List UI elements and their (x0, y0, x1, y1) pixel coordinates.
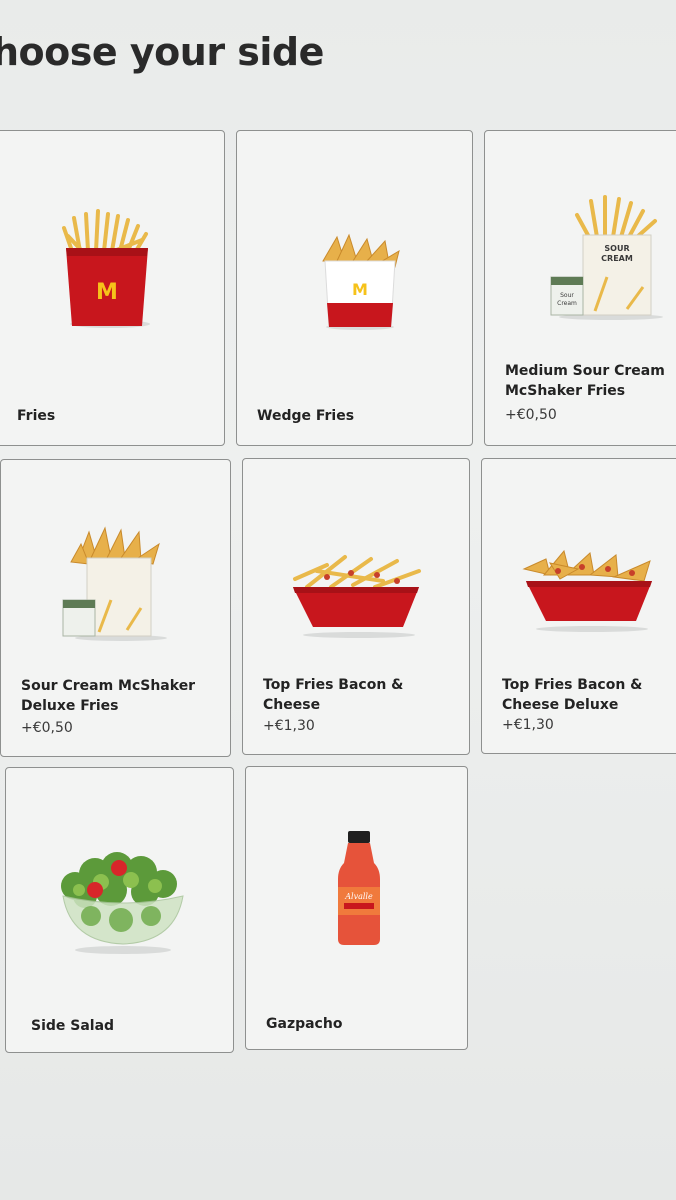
item-name: Gazpacho (266, 1016, 343, 1032)
side-option-medium-sour-cream-mcshaker-fries[interactable]: SOUR CREAM Sour Cream Medium Sour Cream … (484, 130, 676, 446)
svg-text:SOUR: SOUR (604, 244, 629, 253)
sour-cream-deluxe-fries-image (62, 526, 167, 641)
svg-text:M: M (352, 280, 368, 299)
side-option-gazpacho[interactable]: Alvalle Gazpacho (245, 766, 468, 1050)
fries-image: M (62, 209, 150, 328)
side-salad-image (61, 852, 184, 954)
sour-cream-fries-image: SOUR CREAM Sour Cream (550, 195, 663, 320)
side-option-fries[interactable]: M Fries (0, 130, 225, 446)
item-price: +€1,30 (502, 717, 554, 733)
side-option-top-fries-bacon-cheese-deluxe[interactable]: Top Fries Bacon & Cheese Deluxe +€1,30 (481, 458, 676, 754)
item-price: +€0,50 (505, 407, 557, 423)
item-name: Wedge Fries (257, 408, 355, 424)
top-fries-image (293, 555, 421, 638)
item-name: Top Fries Bacon & Cheese Deluxe (502, 677, 643, 713)
top-fries-deluxe-image (522, 549, 652, 632)
item-name: Side Salad (31, 1018, 115, 1034)
side-option-sour-cream-mcshaker-deluxe-fries[interactable]: Sour Cream McShaker Deluxe Fries +€0,50 (0, 459, 231, 757)
item-price: +€1,30 (263, 718, 315, 734)
svg-text:Sour: Sour (560, 292, 574, 299)
item-name: Medium Sour Cream McShaker Fries (505, 363, 665, 399)
item-name: Fries (17, 408, 56, 424)
item-price: +€0,50 (21, 720, 73, 736)
svg-text:CREAM: CREAM (601, 254, 633, 263)
side-option-wedge-fries[interactable]: M Wedge Fries (236, 130, 473, 446)
svg-text:M: M (96, 280, 118, 305)
svg-text:Cream: Cream (557, 300, 577, 307)
svg-text:Alvalle: Alvalle (344, 892, 373, 901)
wedge-fries-image: M (322, 233, 400, 330)
side-option-top-fries-bacon-cheese[interactable]: Top Fries Bacon & Cheese +€1,30 (242, 458, 470, 755)
item-name: Top Fries Bacon & Cheese (263, 677, 404, 713)
side-option-side-salad[interactable]: Side Salad (5, 767, 234, 1053)
item-name: Sour Cream McShaker Deluxe Fries (21, 678, 196, 714)
gazpacho-bottle-image: Alvalle (338, 831, 380, 945)
page-title: hoose your side (0, 30, 324, 74)
